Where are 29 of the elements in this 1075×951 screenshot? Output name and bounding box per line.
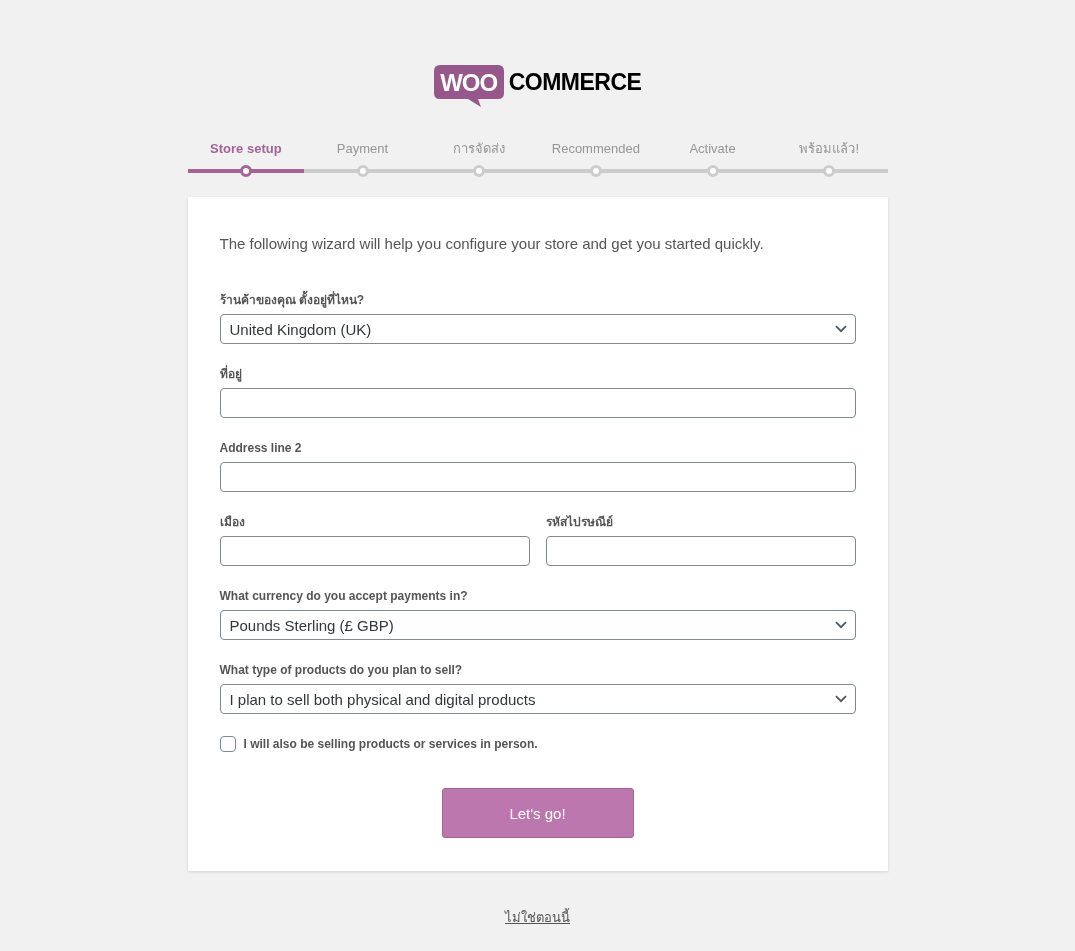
dropdown[interactable]: United Kingdom (UK) (219, 314, 856, 344)
field-label: รหัสไปรษณีย์ (545, 514, 614, 531)
dropdown[interactable]: I plan to sell both physical and digital products (219, 684, 856, 714)
text-input[interactable] (219, 536, 530, 566)
step-label: พร้อมแล้ว! (799, 140, 859, 158)
intro-text: The following wizard will help you configure your store and get you started quickly. (219, 234, 765, 254)
text-input[interactable] (545, 536, 856, 566)
dropdown[interactable]: Pounds Sterling (£ GBP) (219, 610, 856, 640)
step-label: Activate (689, 140, 736, 158)
field-label: Address line 2 (219, 440, 303, 457)
chevron-down-icon (834, 325, 847, 333)
checkbox[interactable] (219, 736, 236, 752)
field-label: เมือง (219, 514, 246, 531)
step-label: การจัดส่ง (453, 140, 506, 158)
step-label: Store setup (210, 140, 282, 158)
field-label: ร้านค้าของคุณ ตั้งอยู่ที่ไหน? (219, 291, 856, 309)
text-input[interactable] (219, 388, 856, 418)
field-label: ที่อยู่ (219, 365, 243, 383)
field-label: What type of products do you plan to sell? (219, 662, 464, 679)
step-label: Recommended (551, 140, 640, 158)
step-label: Payment (336, 140, 389, 158)
logo-badge: WOO (433, 65, 504, 107)
field-label: What currency do you accept payments in? (219, 588, 469, 605)
logo-wordmark: COMMERCE (508, 68, 642, 97)
chevron-down-icon (834, 695, 847, 703)
checkbox-label: I will also be selling products or services in person. (243, 736, 538, 752)
not-now-link[interactable]: ไม่ใช่ตอนนี้ (505, 910, 570, 925)
text-input[interactable] (219, 462, 856, 492)
chevron-down-icon (834, 621, 847, 629)
